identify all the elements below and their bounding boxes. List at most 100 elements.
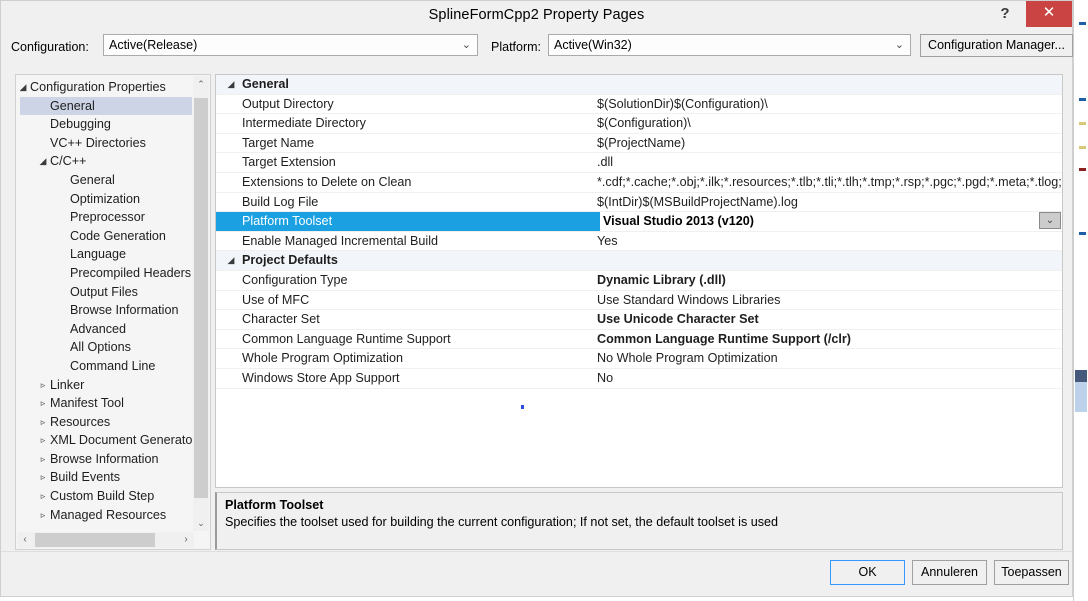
collapsed-twisty-icon[interactable]: ▹	[36, 468, 50, 487]
ok-button[interactable]: OK	[830, 560, 905, 585]
editor-scrollbar-thumb[interactable]	[1075, 382, 1087, 412]
property-row-whole-program-optimization[interactable]: Whole Program Optimization No Whole Progr…	[216, 349, 1062, 369]
property-row-target-extension[interactable]: Target Extension .dll	[216, 153, 1062, 173]
expanded-twisty-icon[interactable]: ◢	[36, 152, 50, 171]
property-row-intermediate-directory[interactable]: Intermediate Directory $(Configuration)\	[216, 114, 1062, 134]
collapsed-twisty-icon[interactable]: ▹	[36, 431, 50, 450]
property-value[interactable]: No	[597, 369, 1062, 388]
property-value[interactable]: .dll	[597, 153, 1062, 172]
property-name: Common Language Runtime Support	[242, 331, 451, 346]
tree-item-label: Preprocessor	[70, 210, 145, 225]
tree-item-advanced[interactable]: Advanced	[20, 320, 192, 339]
platform-select[interactable]: Active(Win32) ⌄	[548, 34, 911, 56]
tree-item-command-line[interactable]: Command Line	[20, 357, 192, 376]
tree-item-configuration-properties[interactable]: ◢ Configuration Properties	[20, 78, 192, 97]
property-row-character-set[interactable]: Character Set Use Unicode Character Set	[216, 310, 1062, 330]
property-value[interactable]: Yes	[597, 232, 1062, 251]
tree-item-custom-build-step[interactable]: ▹ Custom Build Step	[20, 487, 192, 506]
collapsed-twisty-icon[interactable]: ▹	[36, 450, 50, 469]
dialog-footer: OK Annuleren Toepassen	[1, 551, 1072, 596]
property-value[interactable]: Use Unicode Character Set	[597, 310, 1062, 329]
tree-item-label: Configuration Properties	[30, 80, 166, 94]
property-name: Target Name	[242, 135, 315, 150]
property-value[interactable]: Dynamic Library (.dll)	[597, 271, 1062, 290]
property-name: Intermediate Directory	[242, 116, 366, 131]
collapsed-twisty-icon[interactable]: ▹	[36, 376, 50, 395]
tree-item-general[interactable]: General	[20, 171, 192, 190]
configuration-select[interactable]: Active(Release) ⌄	[103, 34, 478, 56]
tree-horizontal-scroll-thumb[interactable]	[35, 533, 155, 547]
property-value[interactable]: $(Configuration)\	[597, 114, 1062, 133]
collapsed-twisty-icon[interactable]: ▹	[36, 394, 50, 413]
property-row-use-of-mfc[interactable]: Use of MFC Use Standard Windows Libraries	[216, 291, 1062, 311]
tree-item-managed-resources[interactable]: ▹ Managed Resources	[20, 506, 192, 523]
tree-item-browse-information[interactable]: ▹ Browse Information	[20, 450, 192, 469]
tree-horizontal-scrollbar[interactable]: ‹ ›	[17, 532, 194, 548]
tree-vertical-scroll-thumb[interactable]	[194, 98, 208, 498]
property-value[interactable]: Visual Studio 2013 (v120)	[597, 212, 1062, 231]
property-name: Target Extension	[242, 155, 336, 170]
tree-item-all-options[interactable]: All Options	[20, 338, 192, 357]
scroll-left-icon[interactable]: ‹	[17, 532, 33, 548]
property-value[interactable]: Common Language Runtime Support (/clr)	[597, 330, 1062, 349]
property-row-build-log-file[interactable]: Build Log File $(IntDir)$(MSBuildProjectN…	[216, 193, 1062, 213]
property-row-common-language-runtime-support[interactable]: Common Language Runtime Support Common La…	[216, 330, 1062, 350]
property-row-enable-managed-incremental-build[interactable]: Enable Managed Incremental Build Yes	[216, 232, 1062, 252]
collapsed-twisty-icon[interactable]: ▹	[36, 487, 50, 506]
tree-item-general[interactable]: General	[20, 96, 192, 116]
editor-scrollbar-marker[interactable]	[1075, 370, 1087, 382]
configuration-manager-button[interactable]: Configuration Manager...	[920, 34, 1073, 57]
tree-item-debugging[interactable]: Debugging	[20, 115, 192, 134]
tree-item-label: Managed Resources	[50, 507, 167, 522]
scroll-up-icon[interactable]: ⌃	[193, 76, 209, 92]
property-category-general[interactable]: ◢ General	[216, 75, 1062, 95]
help-icon[interactable]: ?	[990, 1, 1020, 27]
tree-item-build-events[interactable]: ▹ Build Events	[20, 468, 192, 487]
tree-item-manifest-tool[interactable]: ▹ Manifest Tool	[20, 394, 192, 413]
property-row-windows-store-app-support[interactable]: Windows Store App Support No	[216, 369, 1062, 389]
tree-item-label: Build Events	[50, 470, 121, 485]
property-row-platform-toolset[interactable]: Platform Toolset Visual Studio 2013 (v120…	[216, 212, 1062, 232]
property-row-target-name[interactable]: Target Name $(ProjectName)	[216, 134, 1062, 154]
property-row-extensions-to-delete-on-clean[interactable]: Extensions to Delete on Clean *.cdf;*.cac…	[216, 173, 1062, 193]
close-icon[interactable]: ✕	[1026, 1, 1072, 27]
tree-item-browse-information[interactable]: Browse Information	[20, 301, 192, 320]
tree-item-language[interactable]: Language	[20, 245, 192, 264]
tree-item-precompiled-headers[interactable]: Precompiled Headers	[20, 264, 192, 283]
property-row-configuration-type[interactable]: Configuration Type Dynamic Library (.dll)	[216, 271, 1062, 291]
property-value[interactable]: Use Standard Windows Libraries	[597, 291, 1062, 310]
tree-item-vc-directories[interactable]: VC++ Directories	[20, 134, 192, 153]
property-value[interactable]: $(IntDir)$(MSBuildProjectName).log	[597, 193, 1062, 212]
apply-button[interactable]: Toepassen	[994, 560, 1069, 585]
property-value[interactable]: $(SolutionDir)$(Configuration)\	[597, 95, 1062, 114]
scroll-right-icon[interactable]: ›	[178, 532, 194, 548]
description-title: Platform Toolset	[225, 498, 324, 512]
expanded-twisty-icon[interactable]: ◢	[20, 78, 30, 97]
property-value[interactable]: No Whole Program Optimization	[597, 349, 1062, 368]
collapsed-twisty-icon[interactable]: ▹	[36, 413, 50, 432]
tree-item-code-generation[interactable]: Code Generation	[20, 227, 192, 246]
tree-item-resources[interactable]: ▹ Resources	[20, 413, 192, 432]
tree-item-label: Browse Information	[70, 303, 179, 318]
value-dropdown-icon[interactable]: ⌄	[1039, 212, 1061, 230]
expanded-twisty-icon[interactable]: ◢	[225, 75, 237, 94]
tree-item-output-files[interactable]: Output Files	[20, 283, 192, 302]
tree-item-c-c[interactable]: ◢ C/C++	[20, 152, 192, 171]
platform-label: Platform:	[491, 40, 542, 54]
tree-vertical-scrollbar[interactable]: ⌃ ⌄	[193, 76, 209, 531]
tree-item-optimization[interactable]: Optimization	[20, 190, 192, 209]
tree-item-linker[interactable]: ▹ Linker	[20, 376, 192, 395]
property-value[interactable]: *.cdf;*.cache;*.obj;*.ilk;*.resources;*.…	[597, 173, 1062, 192]
property-value[interactable]: $(ProjectName)	[597, 134, 1062, 153]
expanded-twisty-icon[interactable]: ◢	[225, 251, 237, 270]
configuration-label: Configuration:	[11, 40, 89, 54]
configuration-value: Active(Release)	[109, 38, 198, 52]
properties-tree: ◢ Configuration Properties General Debuggin…	[20, 78, 192, 523]
tree-item-preprocessor[interactable]: Preprocessor	[20, 208, 192, 227]
cancel-button[interactable]: Annuleren	[912, 560, 987, 585]
tree-item-xml-document-generator[interactable]: ▹ XML Document Generator	[20, 431, 192, 450]
collapsed-twisty-icon[interactable]: ▹	[36, 506, 50, 523]
property-row-output-directory[interactable]: Output Directory $(SolutionDir)$(Configur…	[216, 95, 1062, 115]
scroll-down-icon[interactable]: ⌄	[193, 515, 209, 531]
property-category-project-defaults[interactable]: ◢ Project Defaults	[216, 251, 1062, 271]
